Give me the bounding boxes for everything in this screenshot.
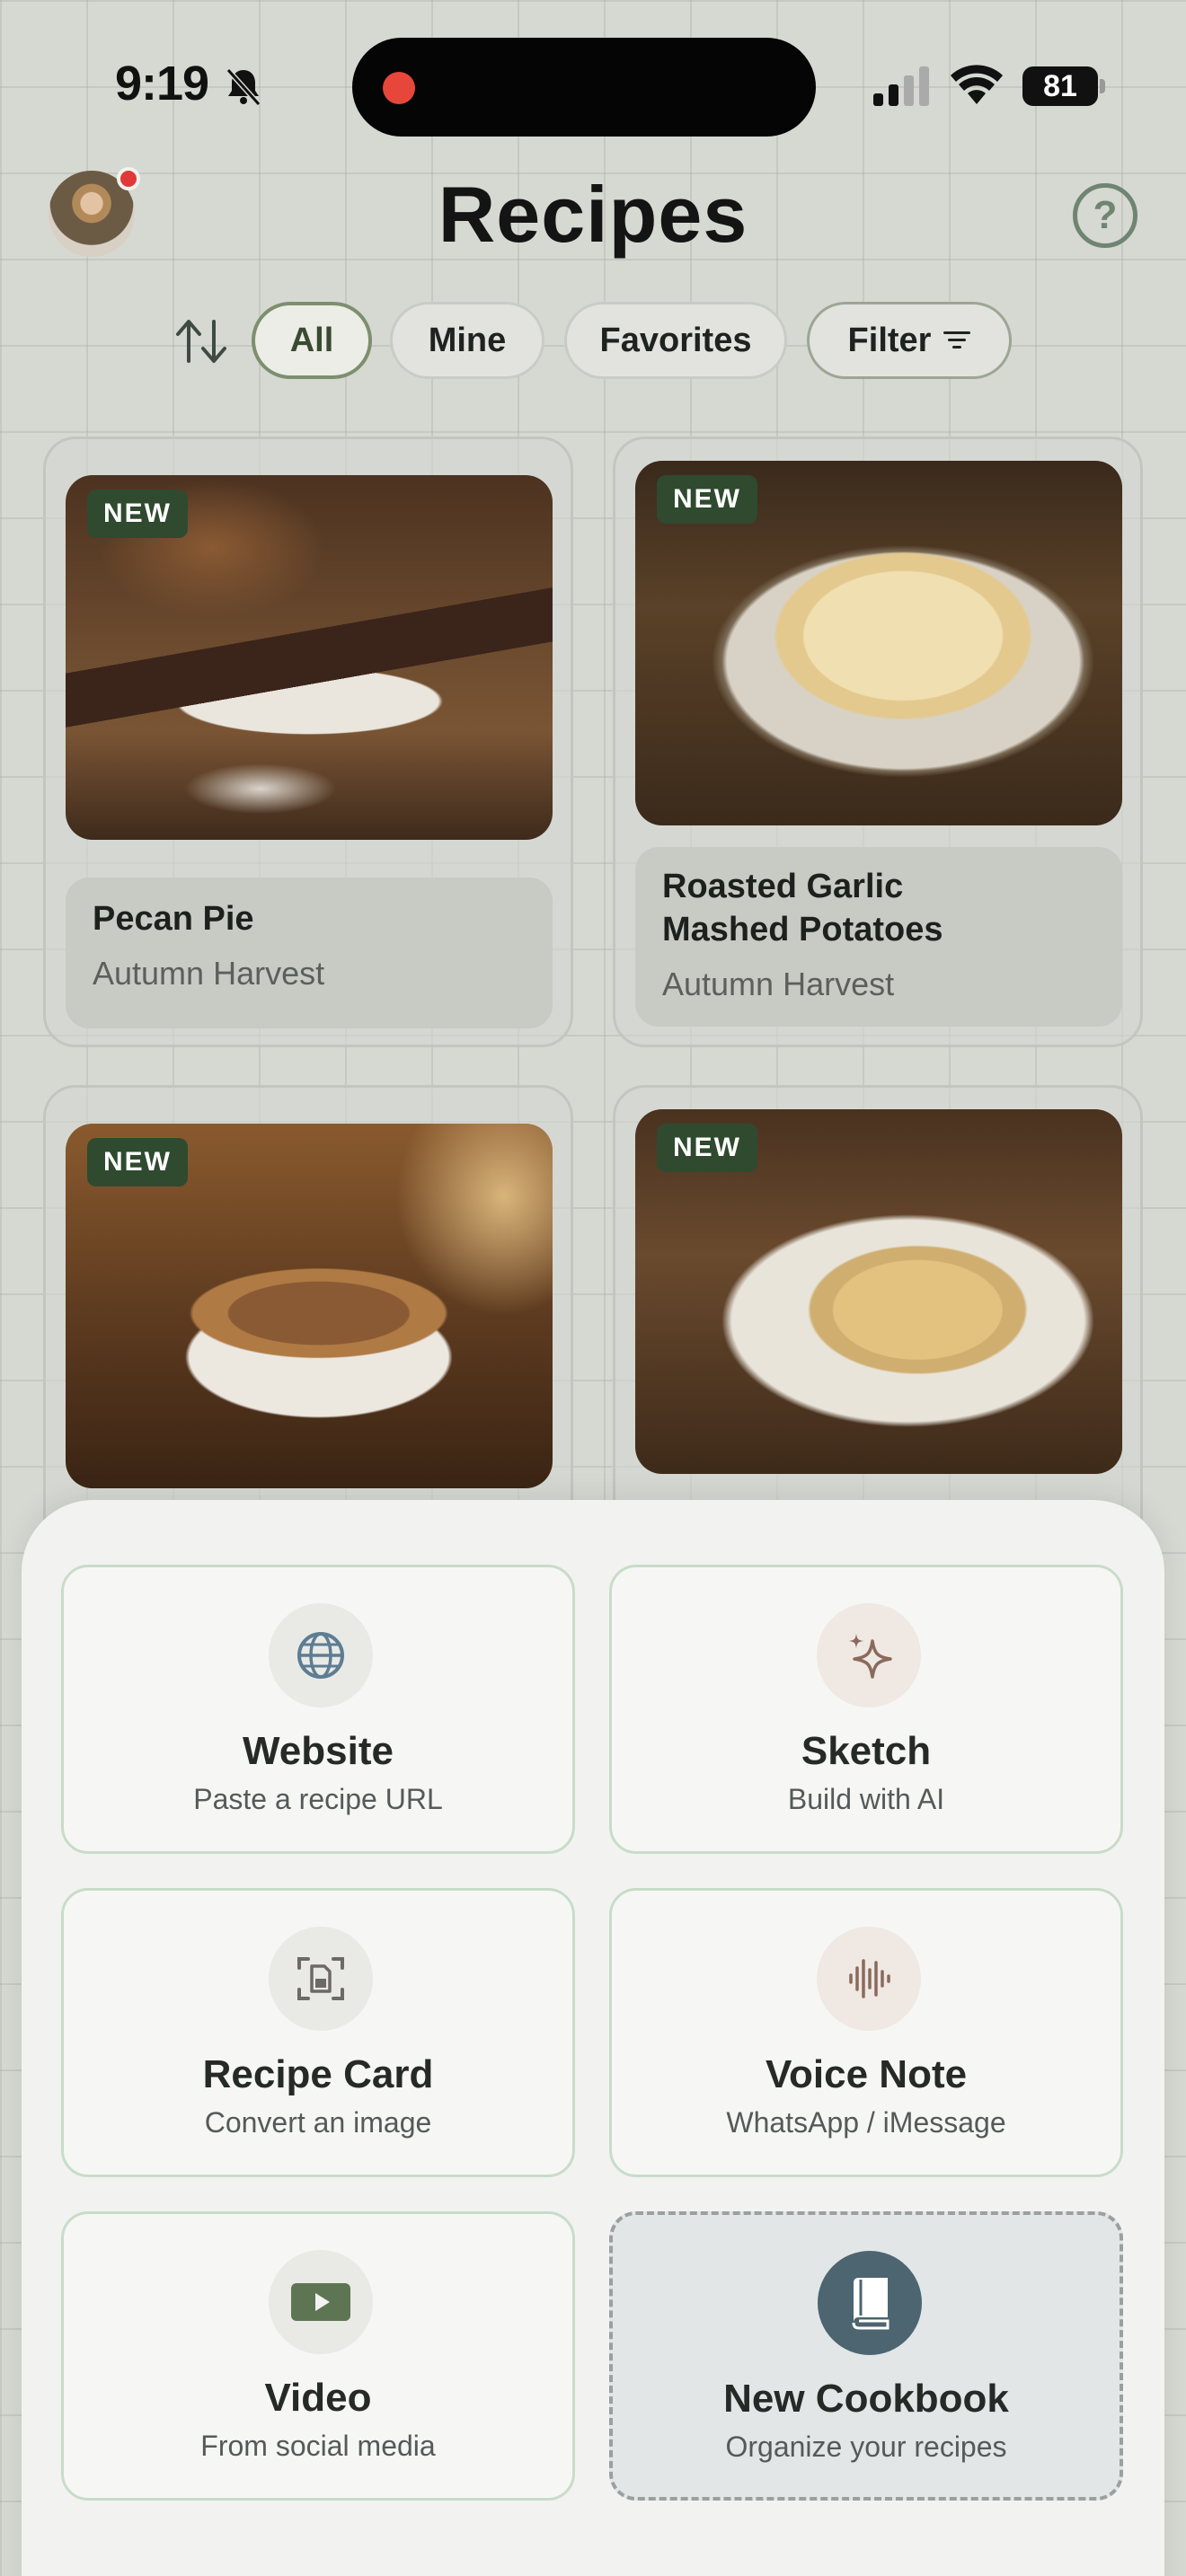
battery-level: 81 <box>1022 66 1098 106</box>
action-title: Video <box>264 2376 372 2420</box>
recipe-title: Roasted Garlic Mashed Potatoes <box>662 865 943 951</box>
scan-document-icon <box>269 1927 373 2031</box>
recipe-info: Roasted Garlic Mashed Potatoes Autumn Ha… <box>635 847 1122 1027</box>
filter-button[interactable]: Filter <box>807 302 1012 379</box>
recipe-cookbook: Autumn Harvest <box>93 955 325 992</box>
recipe-image: NEW <box>66 475 553 840</box>
waveform-icon <box>817 1927 921 2031</box>
bell-slash-icon <box>226 67 261 107</box>
dynamic-island <box>352 38 816 137</box>
book-icon <box>818 2251 922 2355</box>
recipe-title-line: Roasted Garlic <box>662 868 904 905</box>
status-time: 9:19 <box>115 57 209 110</box>
action-title: New Cookbook <box>723 2377 1009 2421</box>
filter-lines-icon <box>943 331 971 349</box>
filter-chip-all[interactable]: All <box>252 302 372 379</box>
new-cookbook-button[interactable]: New Cookbook Organize your recipes <box>609 2211 1123 2501</box>
recipe-title-line: Mashed Potatoes <box>662 911 943 948</box>
action-title: Recipe Card <box>202 2052 434 2096</box>
website-import-button[interactable]: Website Paste a recipe URL <box>61 1565 575 1854</box>
new-badge: NEW <box>87 490 188 538</box>
action-title: Website <box>243 1729 394 1773</box>
new-badge: NEW <box>657 475 757 524</box>
chip-label: Favorites <box>599 321 752 359</box>
recipe-card-scan-button[interactable]: Recipe Card Convert an image <box>61 1888 575 2177</box>
filter-chip-mine[interactable]: Mine <box>390 302 544 379</box>
sparkle-icon <box>817 1603 921 1707</box>
wifi-icon <box>951 65 1003 104</box>
recipe-image: NEW <box>635 461 1122 825</box>
battery-cap <box>1100 79 1105 93</box>
chip-label: Filter <box>847 321 932 359</box>
action-subtitle: From social media <box>200 2430 436 2462</box>
new-badge: NEW <box>657 1124 757 1172</box>
recipe-cookbook: Autumn Harvest <box>662 966 895 1002</box>
chip-label: Mine <box>428 321 507 359</box>
filter-chip-favorites[interactable]: Favorites <box>564 302 787 379</box>
question-mark-icon: ? <box>1093 193 1118 237</box>
action-subtitle: Organize your recipes <box>725 2430 1007 2463</box>
action-title: Voice Note <box>765 2052 968 2096</box>
sort-icon[interactable] <box>174 316 228 366</box>
recording-indicator <box>383 72 415 104</box>
battery-indicator: 81 <box>1022 66 1105 106</box>
recipe-info: Pecan Pie Autumn Harvest <box>66 878 553 1028</box>
new-badge: NEW <box>87 1138 188 1187</box>
cellular-signal-icon <box>873 66 929 106</box>
voice-note-button[interactable]: Voice Note WhatsApp / iMessage <box>609 1888 1123 2177</box>
sketch-ai-button[interactable]: Sketch Build with AI <box>609 1565 1123 1854</box>
recipe-image: NEW <box>635 1109 1122 1474</box>
globe-icon <box>269 1603 373 1707</box>
chip-label: All <box>289 321 334 359</box>
page-title: Recipes <box>438 170 748 259</box>
action-subtitle: WhatsApp / iMessage <box>726 2106 1006 2139</box>
recipe-title: Pecan Pie <box>93 900 254 938</box>
add-recipe-sheet: Website Paste a recipe URL Sketch Build … <box>22 1500 1164 2576</box>
play-icon <box>269 2250 373 2354</box>
action-subtitle: Convert an image <box>204 2106 432 2139</box>
help-button[interactable]: ? <box>1073 183 1137 248</box>
recipe-image: NEW <box>66 1124 553 1488</box>
recipe-card[interactable]: NEW Roasted Garlic Mashed Potatoes Autum… <box>613 437 1143 1047</box>
action-subtitle: Build with AI <box>787 1783 945 1815</box>
action-subtitle: Paste a recipe URL <box>193 1783 443 1815</box>
recipe-card[interactable]: NEW Pecan Pie Autumn Harvest <box>43 437 573 1047</box>
video-import-button[interactable]: Video From social media <box>61 2211 575 2501</box>
action-title: Sketch <box>801 1729 932 1773</box>
